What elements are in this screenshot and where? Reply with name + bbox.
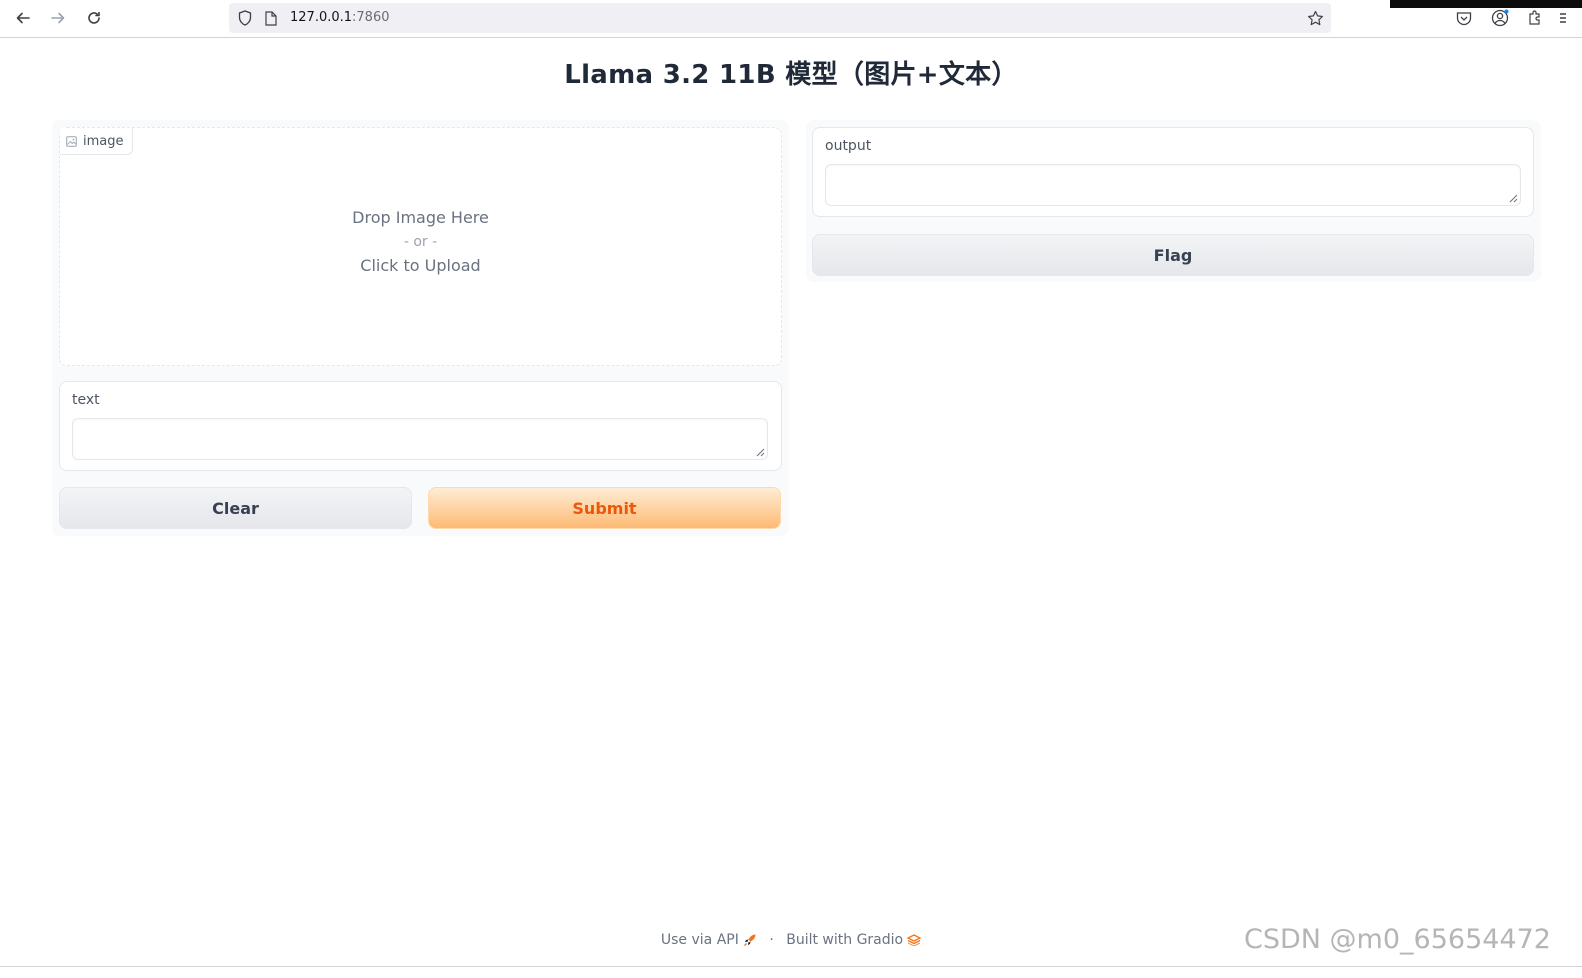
gradio-logo-icon [906,934,922,947]
output-block: output [812,127,1534,217]
output-label: output [825,138,872,154]
csdn-watermark: CSDN @m0_65654472 [1244,924,1551,955]
input-panel: image Drop Image Here - or - Click to Up… [52,120,789,536]
extensions-icon[interactable] [1524,7,1546,29]
flag-button[interactable]: Flag [812,234,1534,276]
text-input[interactable] [72,418,768,460]
reload-icon[interactable] [81,6,107,30]
pocket-icon[interactable] [1453,7,1475,29]
page-icon[interactable] [262,8,280,28]
image-label-text: image [83,133,124,149]
clear-button[interactable]: Clear [59,487,412,529]
resize-handle-icon[interactable] [756,448,765,457]
page-title: Llama 3.2 11B 模型（图片+文本） [564,60,1018,90]
url-text[interactable]: 127.0.0.1:7860 [290,10,390,25]
submit-button[interactable]: Submit [428,487,781,529]
output-panel: output Flag [806,120,1541,282]
or-text: - or - [403,234,438,250]
forward-icon[interactable] [45,6,71,30]
account-icon[interactable] [1489,7,1511,29]
text-input-block: text [59,381,782,471]
star-icon[interactable] [1305,8,1325,28]
image-upload-dropzone[interactable]: image Drop Image Here - or - Click to Up… [59,127,782,366]
footer-separator: · [769,932,774,948]
rocket-icon [743,934,756,946]
use-via-api-link[interactable]: Use via API [661,932,757,948]
back-icon[interactable] [10,6,36,30]
drop-image-text: Drop Image Here [352,208,489,227]
shield-icon[interactable] [235,8,255,28]
output-textbox[interactable] [825,164,1521,206]
click-to-upload-text[interactable]: Click to Upload [60,254,781,278]
menu-icon[interactable] [1560,7,1582,29]
browser-toolbar: 127.0.0.1:7860 [0,0,1582,38]
bottom-divider [0,966,1582,967]
drop-area-text: Drop Image Here - or - Click to Upload [60,206,781,278]
built-with-gradio-link[interactable]: Built with Gradio [786,932,922,948]
resize-handle-icon[interactable] [1509,194,1518,203]
text-label: text [72,392,100,408]
window-overlay-bar [1390,0,1582,8]
image-block-label: image [60,128,133,155]
image-icon [66,135,77,147]
url-bar[interactable]: 127.0.0.1:7860 [229,3,1331,33]
